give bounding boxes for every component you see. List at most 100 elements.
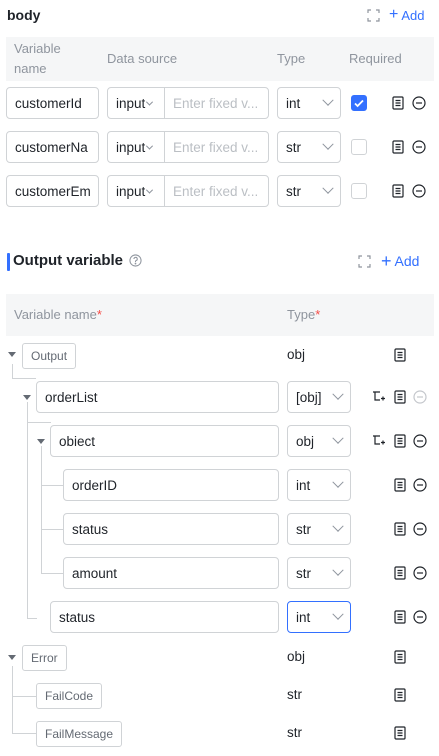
body-row-name-input[interactable]: customerId (6, 87, 99, 119)
output-add-label: Add (394, 253, 420, 269)
object-name-input[interactable]: obiect (50, 425, 279, 457)
document-icon[interactable] (394, 348, 406, 362)
document-icon[interactable] (394, 478, 406, 492)
document-icon[interactable] (394, 688, 406, 702)
required-checkbox[interactable] (351, 95, 367, 111)
orderlist-name-input[interactable]: orderList (36, 381, 279, 413)
document-icon[interactable] (392, 184, 404, 198)
document-icon[interactable] (392, 140, 404, 154)
body-row-name-input[interactable]: customerNa (6, 131, 99, 163)
collapse-caret-icon[interactable] (8, 352, 16, 357)
document-icon[interactable] (394, 434, 406, 448)
body-row-source-select[interactable]: input (107, 175, 165, 207)
chevron-down-icon (146, 98, 154, 106)
document-icon[interactable] (394, 610, 406, 624)
chevron-down-icon (332, 476, 344, 488)
add-child-icon[interactable] (372, 434, 386, 448)
tree-line (41, 446, 42, 574)
failcode-tag: FailCode (36, 683, 103, 709)
chevron-down-icon (332, 432, 344, 444)
tree-line (27, 402, 28, 619)
remove-icon[interactable] (412, 140, 426, 154)
plus-icon: + (381, 251, 392, 271)
chevron-down-icon (146, 142, 154, 150)
chevron-down-icon (332, 564, 344, 576)
orderid-name-input[interactable]: orderID (63, 469, 279, 501)
body-row-type-select[interactable]: int (277, 87, 341, 119)
chevron-down-icon (332, 388, 344, 400)
tree-line (12, 733, 36, 734)
document-icon[interactable] (394, 390, 406, 404)
tree-line (27, 422, 51, 423)
document-icon[interactable] (394, 650, 406, 664)
required-checkbox[interactable] (351, 139, 367, 155)
remove-icon[interactable] (412, 184, 426, 198)
remove-icon[interactable] (413, 478, 427, 492)
collapse-caret-icon[interactable] (23, 395, 31, 400)
required-checkbox[interactable] (351, 183, 367, 199)
remove-icon[interactable] (413, 610, 427, 624)
col-type: Type (277, 51, 306, 66)
document-icon[interactable] (394, 566, 406, 580)
body-row-value-input[interactable]: Enter fixed v... (164, 175, 269, 207)
body-add-button[interactable]: + Add (389, 7, 424, 23)
status-type-select[interactable]: str (287, 513, 351, 545)
col-data-source: Data source (107, 51, 178, 66)
body-row-name-input[interactable]: customerEm (6, 175, 99, 207)
output-section-header: Output variable (13, 252, 142, 269)
help-icon[interactable] (129, 254, 142, 267)
body-row-type-select[interactable]: str (277, 131, 341, 163)
expand-icon[interactable] (358, 255, 371, 268)
add-child-icon[interactable] (372, 390, 386, 404)
chevron-down-icon (332, 520, 344, 532)
collapse-caret-icon[interactable] (37, 439, 45, 444)
body-section-title: body (7, 7, 41, 23)
amount-name-input[interactable]: amount (63, 557, 279, 589)
collapse-caret-icon[interactable] (8, 655, 16, 660)
tree-line (41, 485, 63, 486)
col-type: Type* (287, 307, 321, 322)
error-root-tag: Error (22, 645, 67, 671)
remove-icon[interactable] (412, 96, 426, 110)
tree-line (41, 529, 63, 530)
failcode-type: str (287, 687, 302, 702)
failmessage-tag: FailMessage (36, 721, 123, 747)
col-required: Required (349, 51, 402, 66)
chevron-down-icon (322, 182, 334, 194)
tree-line (27, 618, 37, 619)
orderid-type-select[interactable]: int (287, 469, 351, 501)
status-type-select-focused[interactable]: int (287, 601, 351, 633)
error-root-type: obj (287, 649, 306, 664)
output-section-title: Output variable (13, 252, 124, 269)
document-icon[interactable] (392, 96, 404, 110)
expand-icon[interactable] (367, 9, 380, 22)
tree-line (12, 378, 36, 379)
remove-icon[interactable] (413, 434, 427, 448)
remove-icon[interactable] (413, 566, 427, 580)
orderlist-type-select[interactable]: [obj] (287, 381, 351, 413)
body-row-source-select[interactable]: input (107, 87, 165, 119)
output-root-tag: Output (22, 343, 77, 369)
body-row-source-select[interactable]: input (107, 131, 165, 163)
body-row-value-input[interactable]: Enter fixed v... (164, 131, 269, 163)
amount-type-select[interactable]: str (287, 557, 351, 589)
chevron-down-icon (322, 138, 334, 150)
object-type-select[interactable]: obj (287, 425, 351, 457)
chevron-down-icon (146, 186, 154, 194)
tree-line (12, 666, 13, 733)
output-root-type: obj (287, 347, 306, 362)
document-icon[interactable] (394, 726, 406, 740)
chevron-down-icon (332, 608, 344, 620)
section-accent-bar (7, 253, 10, 271)
document-icon[interactable] (394, 522, 406, 536)
status-name-input[interactable]: status (50, 601, 279, 633)
remove-icon[interactable] (413, 522, 427, 536)
body-add-label: Add (401, 7, 425, 23)
col-variable-name: Variable name* (14, 307, 102, 322)
status-name-input[interactable]: status (63, 513, 279, 545)
output-add-button[interactable]: + Add (381, 251, 420, 271)
body-row-type-select[interactable]: str (277, 175, 341, 207)
check-icon (354, 99, 364, 108)
body-row-value-input[interactable]: Enter fixed v... (164, 87, 269, 119)
col-variable-name: Variable name (14, 41, 61, 76)
